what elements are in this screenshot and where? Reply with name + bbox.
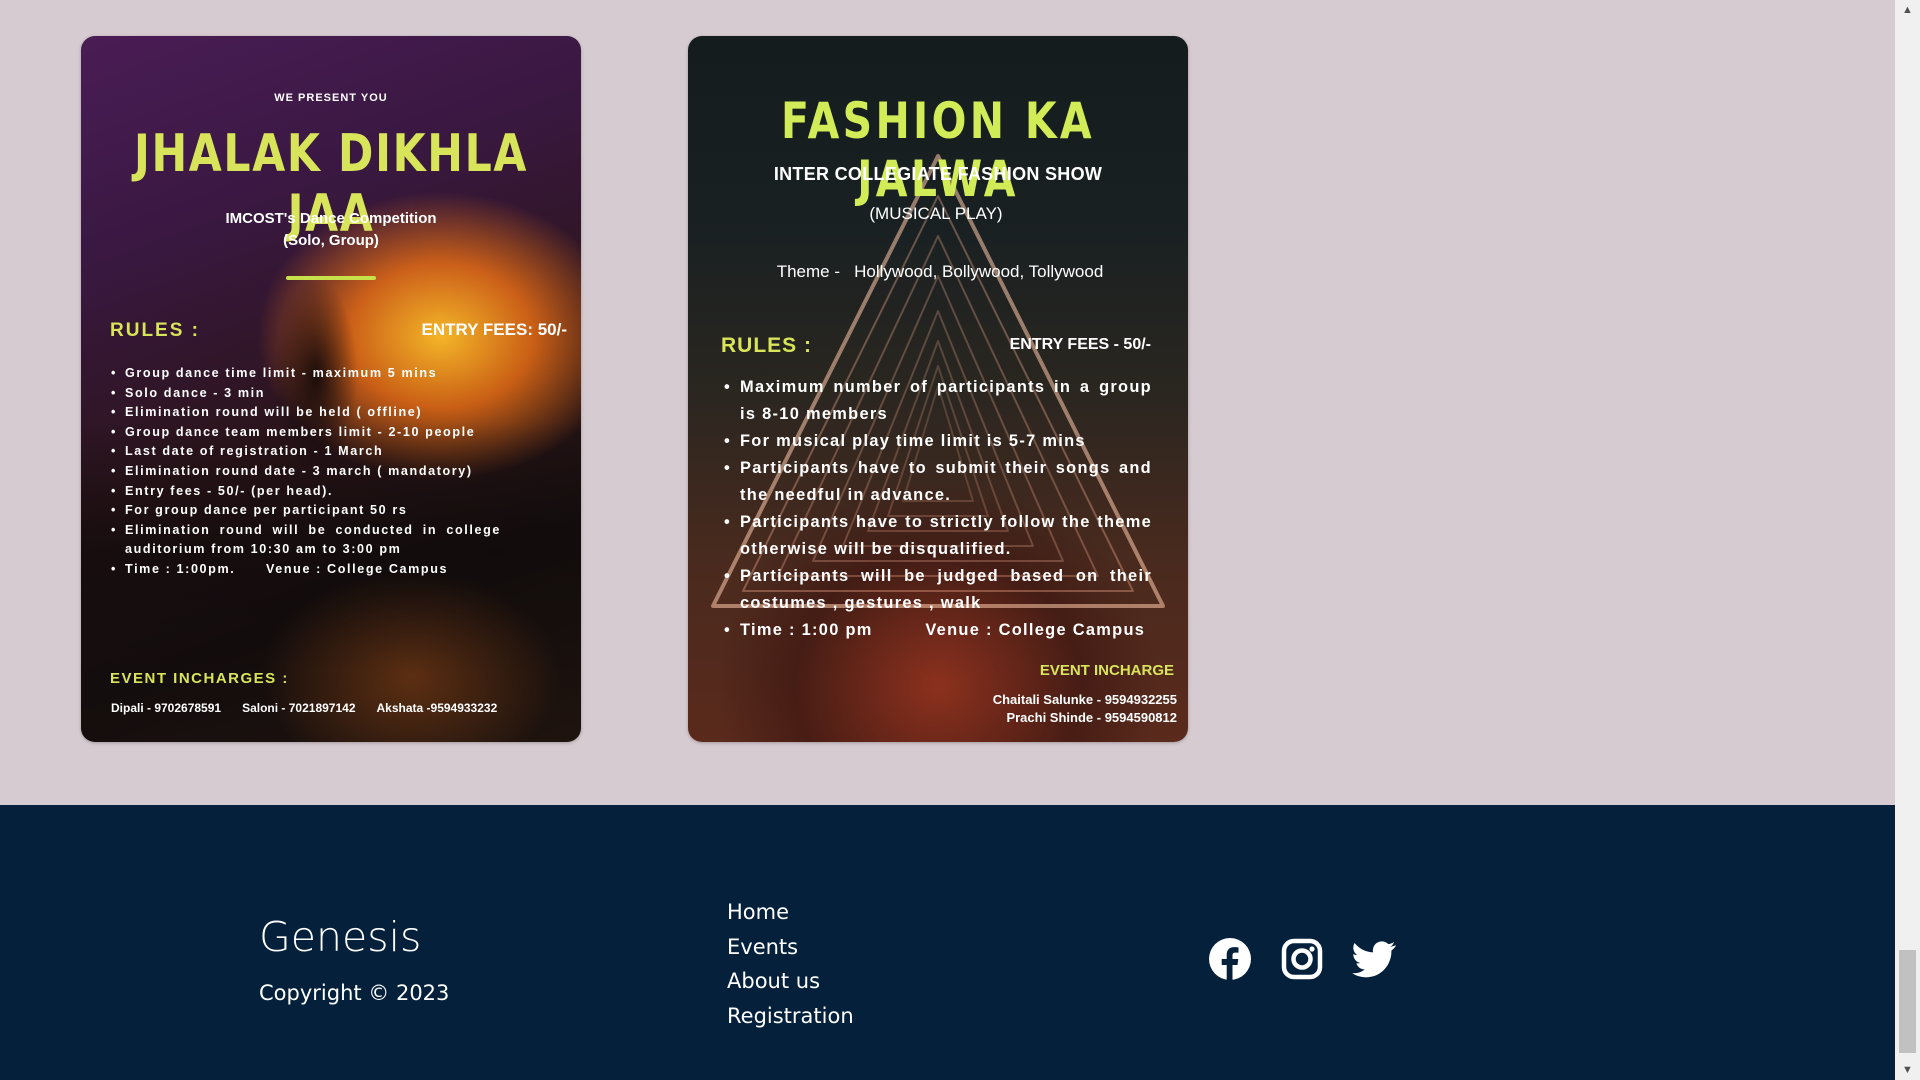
footer-link-events[interactable]: Events [727,930,854,965]
footer-link-about-us[interactable]: About us [727,964,854,999]
rule-item: Time : 1:00pm. Venue : College Campus [111,560,501,580]
rule-item: Group dance team members limit - 2-10 pe… [111,423,501,443]
poster-pre-title: WE PRESENT YOU [274,92,388,104]
rule-item: Group dance time limit - maximum 5 mins [111,364,501,384]
rule-item: Time : 1:00 pm Venue : College Campus [724,617,1152,644]
rule-item: For musical play time limit is 5-7 mins [724,428,1152,455]
fashion-event-poster[interactable]: FASHION KA JALWA INTER COLLEGIATE FASHIO… [688,36,1188,742]
rule-item: Participants have to strictly follow the… [724,509,1152,563]
scroll-down-arrow-icon[interactable]: ▼ [1895,1060,1920,1080]
rules-list: Group dance time limit - maximum 5 mins … [111,364,501,580]
dance-event-poster[interactable]: WE PRESENT YOU JHALAK DIKHLA JAA IMCOST'… [81,36,581,742]
rule-item: For group dance per participant 50 rs [111,501,501,521]
entry-fees: ENTRY FEES - 50/- [1009,336,1151,353]
rules-heading: RULES : [110,320,200,341]
rule-item: Entry fees - 50/- (per head). [111,482,501,502]
site-footer: Genesis Copyright © 2023 Home Events Abo… [0,805,1895,1080]
social-links [1208,937,1396,981]
twitter-icon[interactable] [1352,937,1396,981]
rule-item: Elimination round will be held ( offline… [111,403,501,423]
poster-theme: Theme - Hollywood, Bollywood, Tollywood [776,262,1104,281]
incharge-contact: Chaitali Salunke - 9594932255 [992,692,1177,707]
entry-fees: ENTRY FEES: 50/- [421,320,567,339]
incharge-contact: Prachi Shinde - 9594590812 [1006,710,1177,725]
poster-subtitle: INTER COLLEGIATE FASHION SHOW [773,164,1103,184]
scroll-up-arrow-icon[interactable]: ▲ [1895,0,1920,20]
rule-item: Maximum number of participants in a grou… [724,374,1152,428]
incharge-contact: Saloni - 7021897142 [242,701,356,715]
poster-subtitle-format: (MUSICAL PLAY) [869,204,1003,223]
rules-list: Maximum number of participants in a grou… [724,374,1152,644]
incharge-contact: Dipali - 9702678591 [111,701,222,715]
footer-link-registration[interactable]: Registration [727,999,854,1034]
incharge-contact: Akshata -9594933232 [376,701,498,715]
divider [286,276,376,280]
rule-item: Solo dance - 3 min [111,384,501,404]
rules-heading: RULES : [721,334,812,357]
vertical-scrollbar[interactable]: ▲ ▼ [1895,0,1920,1080]
rule-item: Elimination round date - 3 march ( manda… [111,462,501,482]
page: WE PRESENT YOU JHALAK DIKHLA JAA IMCOST'… [0,0,1895,1080]
incharges-heading: EVENT INCHARGES : [110,670,289,687]
facebook-icon[interactable] [1208,937,1252,981]
footer-nav: Home Events About us Registration [727,895,854,1033]
incharge-heading: EVENT INCHARGE [1039,662,1174,679]
rule-item: Elimination round will be conducted in c… [111,521,501,560]
footer-brand: Genesis [259,913,422,961]
copyright-text: Copyright © 2023 [259,981,450,1005]
poster-title: FASHION KA JALWA [781,92,1095,208]
scrollbar-thumb[interactable] [1899,950,1916,1053]
poster-subtitle: IMCOST's Dance Competition [225,210,437,227]
poster-subtitle-categories: (Solo, Group) [283,232,379,249]
rule-item: Participants have to submit their songs … [724,455,1152,509]
rule-item: Last date of registration - 1 March [111,442,501,462]
events-section: WE PRESENT YOU JHALAK DIKHLA JAA IMCOST'… [0,0,1895,805]
incharges-contacts: Dipali - 9702678591 Saloni - 7021897142 … [111,701,551,715]
instagram-icon[interactable] [1280,937,1324,981]
footer-link-home[interactable]: Home [727,895,854,930]
rule-item: Participants will be judged based on the… [724,563,1152,617]
